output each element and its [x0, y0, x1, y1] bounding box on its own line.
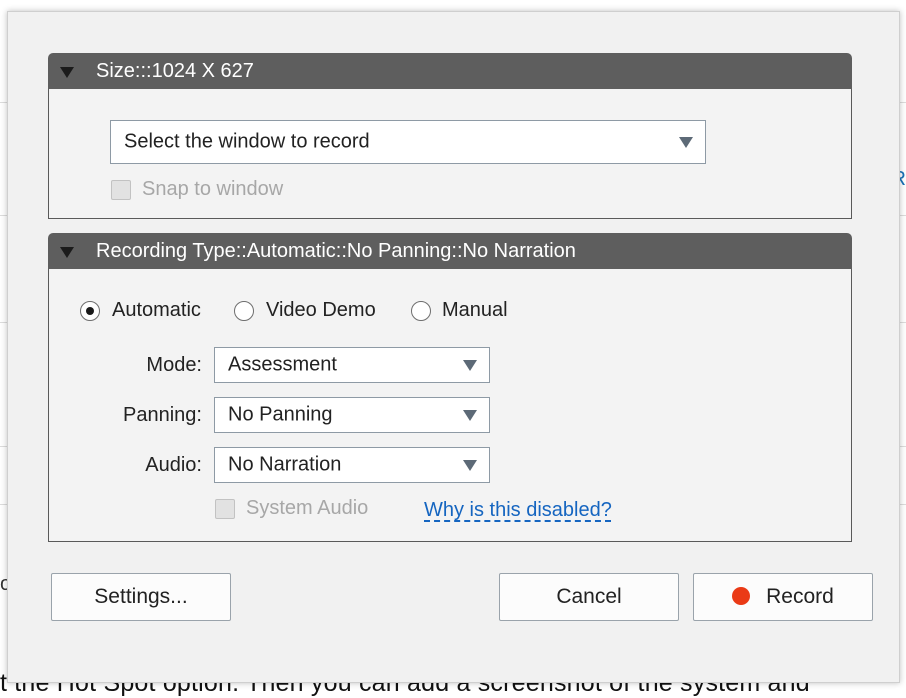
- dropdown-arrow-icon: [463, 460, 477, 471]
- size-panel: Size:::1024 X 627 Select the window to r…: [48, 53, 852, 219]
- radio-manual-label[interactable]: Manual: [442, 299, 508, 322]
- dropdown-arrow-icon: [463, 360, 477, 371]
- recording-type-panel-body: Automatic Video Demo Manual Mode: Assess…: [48, 269, 852, 542]
- audio-select[interactable]: No Narration: [214, 447, 490, 483]
- radio-video-demo[interactable]: [234, 301, 254, 321]
- snap-to-window-label: Snap to window: [142, 178, 284, 200]
- record-dialog: Size:::1024 X 627 Select the window to r…: [7, 11, 900, 683]
- record-button-label: Record: [766, 585, 834, 608]
- settings-button[interactable]: Settings...: [51, 573, 231, 621]
- collapse-triangle-icon[interactable]: [60, 247, 74, 258]
- window-select-value: Select the window to record: [124, 130, 370, 153]
- size-panel-header[interactable]: Size:::1024 X 627: [48, 53, 852, 89]
- radio-automatic[interactable]: [80, 301, 100, 321]
- audio-label: Audio:: [145, 454, 202, 476]
- recording-type-panel-title: Recording Type::Automatic::No Panning::N…: [96, 240, 576, 262]
- mode-label: Mode:: [146, 354, 202, 376]
- why-disabled-link[interactable]: Why is this disabled?: [424, 499, 612, 522]
- collapse-triangle-icon[interactable]: [60, 67, 74, 78]
- size-panel-title: Size:::1024 X 627: [96, 60, 254, 82]
- settings-button-label: Settings...: [94, 585, 188, 608]
- radio-manual[interactable]: [411, 301, 431, 321]
- system-audio-label: System Audio: [246, 497, 369, 519]
- panning-select[interactable]: No Panning: [214, 397, 490, 433]
- cancel-button[interactable]: Cancel: [499, 573, 679, 621]
- size-panel-body: Select the window to record Snap to wind…: [48, 89, 852, 219]
- recording-type-panel: Recording Type::Automatic::No Panning::N…: [48, 233, 852, 542]
- dropdown-arrow-icon: [679, 137, 693, 148]
- system-audio-checkbox[interactable]: [215, 499, 235, 519]
- panning-select-value: No Panning: [228, 403, 333, 426]
- snap-to-window-checkbox[interactable]: [111, 180, 131, 200]
- mode-select-value: Assessment: [228, 353, 337, 376]
- panning-label: Panning:: [123, 404, 202, 426]
- dropdown-arrow-icon: [463, 410, 477, 421]
- radio-video-demo-label[interactable]: Video Demo: [266, 299, 376, 322]
- cancel-button-label: Cancel: [556, 585, 622, 608]
- record-dot-icon: [732, 587, 751, 605]
- recording-type-panel-header[interactable]: Recording Type::Automatic::No Panning::N…: [48, 233, 852, 269]
- audio-select-value: No Narration: [228, 453, 342, 476]
- radio-automatic-label[interactable]: Automatic: [112, 299, 201, 322]
- mode-select[interactable]: Assessment: [214, 347, 490, 383]
- window-select[interactable]: Select the window to record: [110, 120, 706, 164]
- record-button[interactable]: Record: [693, 573, 873, 621]
